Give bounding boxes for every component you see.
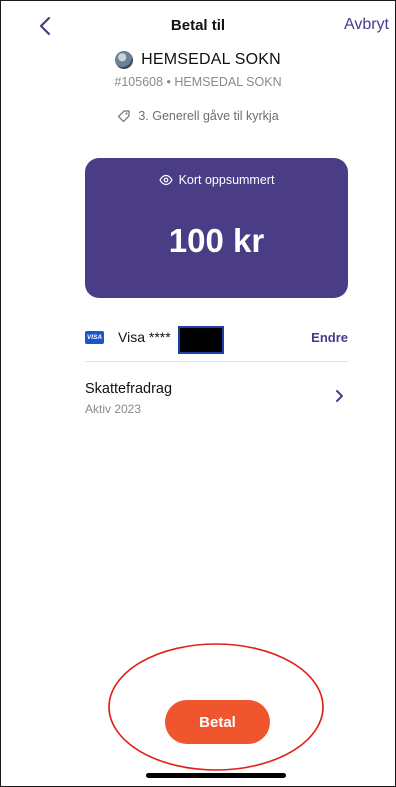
summary-heading: Kort oppsummert (178, 173, 275, 187)
payment-method-row: VISA Visa **** Endre (85, 323, 348, 362)
donation-purpose: 3. Generell gåve til kyrkja (1, 109, 395, 123)
tag-icon (118, 110, 130, 123)
app-screen: Betal til Avbryt HEMSEDAL SOKN #105608 •… (0, 0, 396, 787)
chevron-right-icon (336, 390, 343, 402)
summary-toggle[interactable]: Kort oppsummert (85, 173, 348, 187)
recipient-id: #105608 • HEMSEDAL SOKN (114, 75, 282, 89)
recipient-name: HEMSEDAL SOKN (141, 51, 281, 68)
cancel-button[interactable]: Avbryt (344, 16, 389, 34)
tax-deduction-row[interactable]: Skattefradrag Aktiv 2023 (85, 381, 348, 421)
tax-deduction-title: Skattefradrag (85, 381, 173, 397)
amount: 100 kr (168, 222, 265, 259)
pay-button[interactable]: Betal (165, 700, 270, 744)
visa-card-icon: VISA (85, 331, 104, 344)
recipient-header: HEMSEDAL SOKN (1, 51, 395, 69)
eye-icon (158, 174, 173, 186)
summary-card: Kort oppsummert 100 kr (85, 158, 348, 298)
redacted-card-number (178, 326, 224, 354)
purpose-label: 3. Generell gåve til kyrkja (138, 109, 279, 123)
tax-deduction-status: Aktiv 2023 (85, 402, 142, 416)
home-indicator (146, 773, 286, 778)
change-payment-button[interactable]: Endre (311, 330, 348, 345)
organization-logo (115, 51, 134, 69)
page-title: Betal til (170, 17, 226, 34)
card-label: Visa **** (118, 329, 171, 345)
